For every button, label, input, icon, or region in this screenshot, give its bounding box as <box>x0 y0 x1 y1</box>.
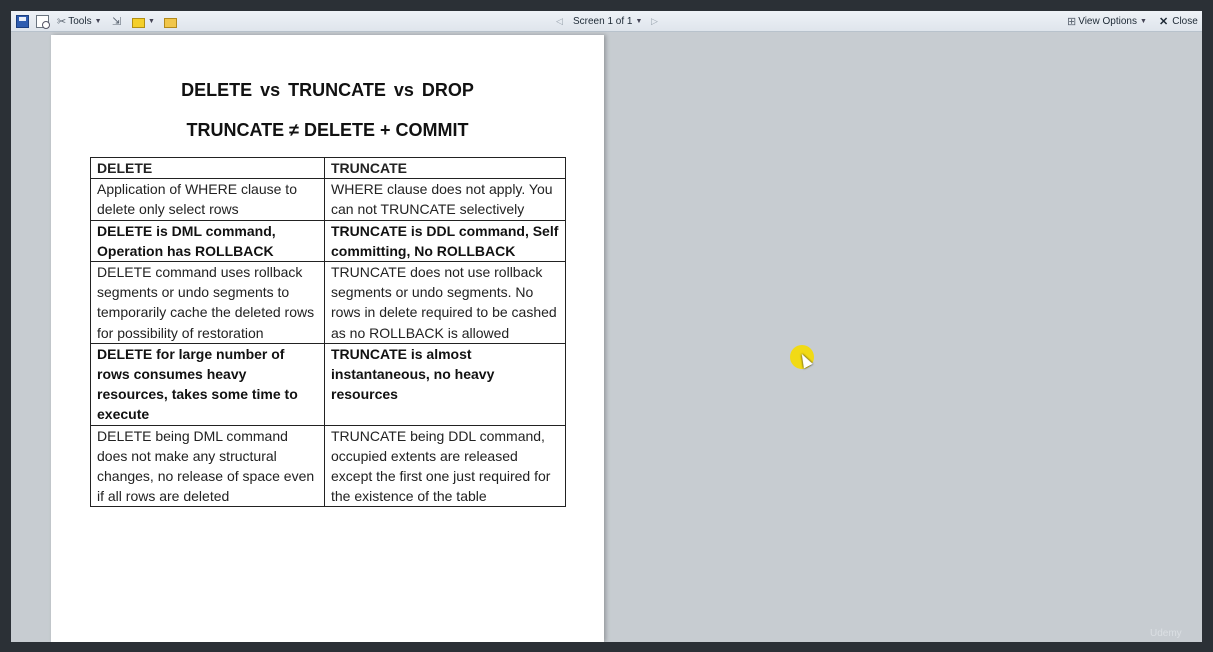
table-row: DELETE for large number of rows consumes… <box>90 342 566 426</box>
chevron-down-icon: ▼ <box>94 17 102 25</box>
resize-button[interactable]: ⇲ <box>112 13 123 29</box>
truncate-cell: TRUNCATE being DDL command, occupied ext… <box>324 424 566 508</box>
truncate-cell: WHERE clause does not apply. You can not… <box>324 178 566 221</box>
delete-cell: DELETE command uses rollback segments or… <box>90 261 325 344</box>
table-row: Application of WHERE clause to delete on… <box>90 178 566 221</box>
print-preview-button[interactable] <box>36 13 50 29</box>
screen-indicator: Screen 1 of 1 <box>573 15 633 27</box>
delete-cell: DELETE is DML command, Operation has ROL… <box>90 219 325 263</box>
draw-menu[interactable]: ▼ <box>132 13 155 29</box>
document-page: DELETE vs TRUNCATE vs DROP TRUNCATE ≠ DE… <box>51 35 604 642</box>
previous-screen-button[interactable]: ◁ <box>556 13 563 29</box>
table-row: DELETE command uses rollback segments or… <box>90 261 566 344</box>
tools-menu[interactable]: ✂ Tools ▼ <box>57 13 102 29</box>
table-header-row: DELETE TRUNCATE <box>90 156 566 180</box>
truncate-cell: TRUNCATE is DDL command, Self committing… <box>324 219 566 263</box>
highlighter-icon <box>132 17 145 28</box>
window-frame-bottom <box>0 642 1213 652</box>
watermark-label: Udemy <box>1150 628 1182 639</box>
delete-cell: Application of WHERE clause to delete on… <box>90 178 325 221</box>
save-icon <box>16 14 29 28</box>
window-frame-top <box>0 0 1213 11</box>
document-subtitle: TRUNCATE ≠ DELETE + COMMIT <box>186 120 469 140</box>
udemy-watermark: Udemy <box>1150 628 1182 639</box>
resize-icon: ⇲ <box>112 15 122 28</box>
document-title: DELETE vs TRUNCATE vs DROP <box>181 80 474 100</box>
column-header-delete: DELETE <box>90 156 325 180</box>
chevron-down-icon: ▼ <box>148 17 155 25</box>
screen-selector[interactable]: Screen 1 of 1 ▼ <box>573 13 642 29</box>
arrow-right-icon: ▷ <box>651 15 658 26</box>
close-button[interactable]: ✕ Close <box>1159 13 1198 29</box>
view-options-icon: ⊞ <box>1067 15 1077 28</box>
delete-cell: DELETE for large number of rows consumes… <box>90 342 325 426</box>
tools-label: Tools <box>68 15 92 27</box>
column-header-truncate: TRUNCATE <box>324 156 566 180</box>
comparison-table: DELETE TRUNCATE Application of WHERE cla… <box>90 156 566 508</box>
chevron-down-icon: ▼ <box>635 17 643 25</box>
save-button[interactable] <box>16 13 29 29</box>
close-icon: ✕ <box>1159 15 1169 28</box>
table-row: DELETE being DML command does not make a… <box>90 424 566 508</box>
view-options-menu[interactable]: ⊞ View Options ▼ <box>1067 13 1147 29</box>
toolbar: ✂ Tools ▼ ⇲ ▼ ◁ Screen 1 of 1 ▼ ▷ ⊞ View… <box>11 11 1202 32</box>
truncate-cell: TRUNCATE does not use rollback segments … <box>324 261 566 344</box>
next-screen-button[interactable]: ▷ <box>651 13 658 29</box>
arrow-left-icon: ◁ <box>556 15 563 26</box>
truncate-cell: TRUNCATE is almost instantaneous, no hea… <box>324 342 566 426</box>
table-row: DELETE is DML command, Operation has ROL… <box>90 219 566 263</box>
folder-icon <box>164 17 177 28</box>
scissors-icon: ✂ <box>57 15 67 28</box>
view-options-label: View Options <box>1078 15 1137 27</box>
delete-cell: DELETE being DML command does not make a… <box>90 424 325 508</box>
close-label: Close <box>1172 15 1198 27</box>
chevron-down-icon: ▼ <box>1139 17 1147 25</box>
print-preview-icon <box>36 14 50 29</box>
open-folder-button[interactable] <box>164 13 177 29</box>
